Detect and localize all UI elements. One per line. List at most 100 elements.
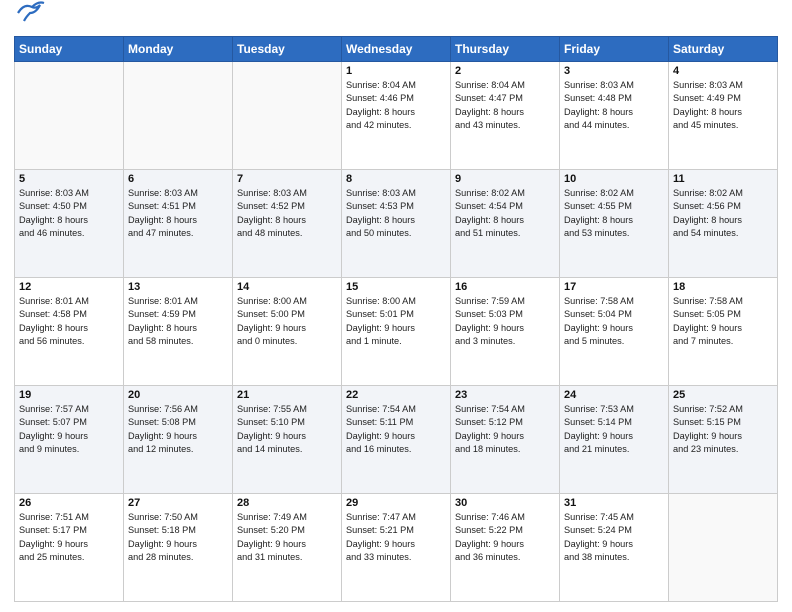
day-number: 27	[128, 497, 228, 509]
calendar-week-row: 12 Sunrise: 8:01 AM Sunset: 4:58 PM Dayli…	[15, 278, 778, 386]
calendar-cell: 4Sunrise: 8:03 AM Sunset: 4:49 PM Daylig…	[669, 62, 778, 170]
day-number: 23	[455, 389, 555, 401]
weekday-header-monday: Monday	[124, 37, 233, 62]
day-info: Sunrise: 7:58 AM Sunset: 5:04 PM Dayligh…	[564, 295, 664, 348]
day-info: Sunrise: 8:03 AM Sunset: 4:50 PM Dayligh…	[19, 187, 119, 240]
day-info: Sunrise: 7:46 AM Sunset: 5:22 PM Dayligh…	[455, 511, 555, 564]
day-info: Sunrise: 8:04 AM Sunset: 4:46 PM Dayligh…	[346, 79, 446, 132]
day-number: 2	[455, 65, 555, 77]
calendar-cell: 16 Sunrise: 7:59 AM Sunset: 5:03 PM Dayli…	[451, 278, 560, 386]
weekday-header-tuesday: Tuesday	[233, 37, 342, 62]
calendar-cell: 14 Sunrise: 8:00 AM Sunset: 5:00 PM Dayli…	[233, 278, 342, 386]
calendar-cell: 28Sunrise: 7:49 AM Sunset: 5:20 PM Dayli…	[233, 494, 342, 602]
day-number: 1	[346, 65, 446, 77]
weekday-header-friday: Friday	[560, 37, 669, 62]
day-number: 7	[237, 173, 337, 185]
day-info: Sunrise: 8:00 AM Sunset: 5:01 PM Dayligh…	[346, 295, 446, 348]
calendar-cell: 20 Sunrise: 7:56 AM Sunset: 5:08 PM Dayli…	[124, 386, 233, 494]
calendar-cell: 1 Sunrise: 8:04 AM Sunset: 4:46 PM Daylig…	[342, 62, 451, 170]
calendar-cell: 29 Sunrise: 7:47 AM Sunset: 5:21 PM Dayli…	[342, 494, 451, 602]
day-info: Sunrise: 8:02 AM Sunset: 4:56 PM Dayligh…	[673, 187, 773, 240]
calendar-cell: 24 Sunrise: 7:53 AM Sunset: 5:14 PM Dayli…	[560, 386, 669, 494]
day-number: 20	[128, 389, 228, 401]
header	[14, 10, 778, 30]
calendar-cell: 13 Sunrise: 8:01 AM Sunset: 4:59 PM Dayli…	[124, 278, 233, 386]
day-number: 21	[237, 389, 337, 401]
day-number: 14	[237, 281, 337, 293]
calendar-cell: 19 Sunrise: 7:57 AM Sunset: 5:07 PM Dayli…	[15, 386, 124, 494]
day-info: Sunrise: 7:45 AM Sunset: 5:24 PM Dayligh…	[564, 511, 664, 564]
calendar-cell: 18 Sunrise: 7:58 AM Sunset: 5:05 PM Dayli…	[669, 278, 778, 386]
calendar-cell: 23 Sunrise: 7:54 AM Sunset: 5:12 PM Dayli…	[451, 386, 560, 494]
day-info: Sunrise: 8:03 AM Sunset: 4:51 PM Dayligh…	[128, 187, 228, 240]
weekday-header-thursday: Thursday	[451, 37, 560, 62]
calendar-cell: 6 Sunrise: 8:03 AM Sunset: 4:51 PM Daylig…	[124, 170, 233, 278]
calendar-cell: 21 Sunrise: 7:55 AM Sunset: 5:10 PM Dayli…	[233, 386, 342, 494]
day-info: Sunrise: 7:54 AM Sunset: 5:12 PM Dayligh…	[455, 403, 555, 456]
day-number: 31	[564, 497, 664, 509]
day-info: Sunrise: 8:04 AM Sunset: 4:47 PM Dayligh…	[455, 79, 555, 132]
weekday-header-sunday: Sunday	[15, 37, 124, 62]
calendar-cell	[124, 62, 233, 170]
calendar-cell: 26Sunrise: 7:51 AM Sunset: 5:17 PM Dayli…	[15, 494, 124, 602]
calendar-cell: 25 Sunrise: 7:52 AM Sunset: 5:15 PM Dayli…	[669, 386, 778, 494]
day-info: Sunrise: 8:02 AM Sunset: 4:55 PM Dayligh…	[564, 187, 664, 240]
day-info: Sunrise: 8:03 AM Sunset: 4:53 PM Dayligh…	[346, 187, 446, 240]
page: SundayMondayTuesdayWednesdayThursdayFrid…	[0, 0, 792, 612]
day-number: 11	[673, 173, 773, 185]
calendar-cell: 11 Sunrise: 8:02 AM Sunset: 4:56 PM Dayli…	[669, 170, 778, 278]
logo	[14, 10, 46, 30]
day-info: Sunrise: 7:56 AM Sunset: 5:08 PM Dayligh…	[128, 403, 228, 456]
day-number: 16	[455, 281, 555, 293]
weekday-header-saturday: Saturday	[669, 37, 778, 62]
day-number: 12	[19, 281, 119, 293]
day-number: 18	[673, 281, 773, 293]
calendar-cell: 30 Sunrise: 7:46 AM Sunset: 5:22 PM Dayli…	[451, 494, 560, 602]
calendar-cell: 5 Sunrise: 8:03 AM Sunset: 4:50 PM Daylig…	[15, 170, 124, 278]
day-number: 17	[564, 281, 664, 293]
day-info: Sunrise: 8:02 AM Sunset: 4:54 PM Dayligh…	[455, 187, 555, 240]
calendar-cell: 22Sunrise: 7:54 AM Sunset: 5:11 PM Dayli…	[342, 386, 451, 494]
logo-bird-icon	[16, 0, 46, 27]
day-info: Sunrise: 7:52 AM Sunset: 5:15 PM Dayligh…	[673, 403, 773, 456]
day-info: Sunrise: 8:00 AM Sunset: 5:00 PM Dayligh…	[237, 295, 337, 348]
day-info: Sunrise: 8:03 AM Sunset: 4:49 PM Dayligh…	[673, 79, 773, 132]
day-number: 29	[346, 497, 446, 509]
day-info: Sunrise: 7:55 AM Sunset: 5:10 PM Dayligh…	[237, 403, 337, 456]
day-info: Sunrise: 7:54 AM Sunset: 5:11 PM Dayligh…	[346, 403, 446, 456]
calendar-cell	[669, 494, 778, 602]
day-info: Sunrise: 7:59 AM Sunset: 5:03 PM Dayligh…	[455, 295, 555, 348]
day-info: Sunrise: 7:47 AM Sunset: 5:21 PM Dayligh…	[346, 511, 446, 564]
calendar-cell: 7 Sunrise: 8:03 AM Sunset: 4:52 PM Daylig…	[233, 170, 342, 278]
day-info: Sunrise: 7:58 AM Sunset: 5:05 PM Dayligh…	[673, 295, 773, 348]
weekday-header-row: SundayMondayTuesdayWednesdayThursdayFrid…	[15, 37, 778, 62]
day-number: 24	[564, 389, 664, 401]
calendar-cell	[233, 62, 342, 170]
calendar-cell: 17 Sunrise: 7:58 AM Sunset: 5:04 PM Dayli…	[560, 278, 669, 386]
calendar-week-row: 5 Sunrise: 8:03 AM Sunset: 4:50 PM Daylig…	[15, 170, 778, 278]
day-info: Sunrise: 8:03 AM Sunset: 4:52 PM Dayligh…	[237, 187, 337, 240]
day-info: Sunrise: 8:01 AM Sunset: 4:58 PM Dayligh…	[19, 295, 119, 348]
day-info: Sunrise: 7:51 AM Sunset: 5:17 PM Dayligh…	[19, 511, 119, 564]
calendar-week-row: 1 Sunrise: 8:04 AM Sunset: 4:46 PM Daylig…	[15, 62, 778, 170]
day-number: 5	[19, 173, 119, 185]
day-number: 9	[455, 173, 555, 185]
day-number: 6	[128, 173, 228, 185]
day-number: 19	[19, 389, 119, 401]
day-number: 3	[564, 65, 664, 77]
calendar-week-row: 26Sunrise: 7:51 AM Sunset: 5:17 PM Dayli…	[15, 494, 778, 602]
weekday-header-wednesday: Wednesday	[342, 37, 451, 62]
calendar-cell: 31 Sunrise: 7:45 AM Sunset: 5:24 PM Dayli…	[560, 494, 669, 602]
day-info: Sunrise: 7:53 AM Sunset: 5:14 PM Dayligh…	[564, 403, 664, 456]
day-info: Sunrise: 7:57 AM Sunset: 5:07 PM Dayligh…	[19, 403, 119, 456]
calendar-cell	[15, 62, 124, 170]
day-info: Sunrise: 7:50 AM Sunset: 5:18 PM Dayligh…	[128, 511, 228, 564]
day-number: 10	[564, 173, 664, 185]
day-number: 13	[128, 281, 228, 293]
day-info: Sunrise: 8:01 AM Sunset: 4:59 PM Dayligh…	[128, 295, 228, 348]
calendar-table: SundayMondayTuesdayWednesdayThursdayFrid…	[14, 36, 778, 602]
day-info: Sunrise: 8:03 AM Sunset: 4:48 PM Dayligh…	[564, 79, 664, 132]
day-number: 15	[346, 281, 446, 293]
day-number: 25	[673, 389, 773, 401]
day-number: 30	[455, 497, 555, 509]
